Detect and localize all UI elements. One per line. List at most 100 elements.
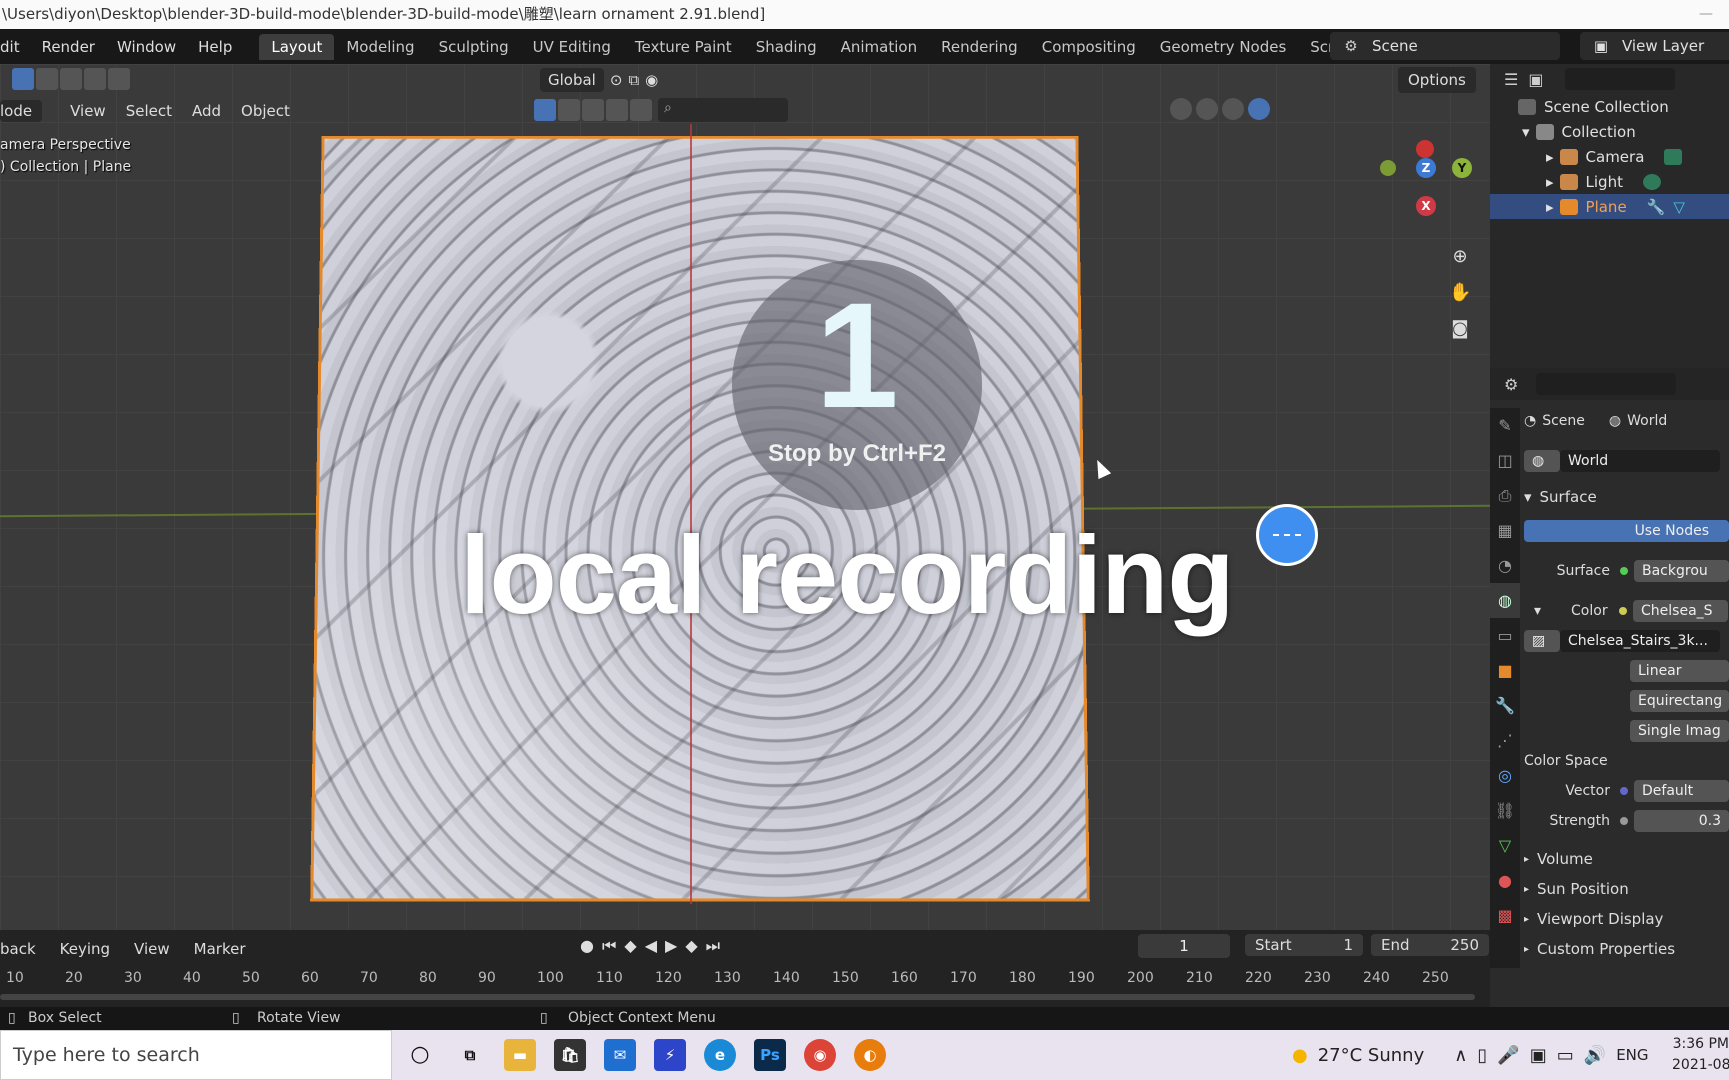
options-dropdown[interactable]: Options <box>1398 67 1476 93</box>
sun-position-panel-header[interactable]: ▸ Sun Position <box>1524 876 1729 902</box>
collection-row[interactable]: ▾ Collection <box>1490 119 1729 144</box>
scene-selector[interactable]: ⚙ Scene <box>1330 32 1560 60</box>
solid-shading-icon[interactable] <box>1196 98 1218 120</box>
clock[interactable]: 3:36 PM 2021-08 <box>1672 1034 1729 1076</box>
photoshop-icon[interactable]: Ps <box>754 1039 786 1071</box>
tab-compositing[interactable]: Compositing <box>1030 34 1148 60</box>
microphone-icon[interactable]: 🎤 <box>1497 1045 1519 1066</box>
modifier-wrench-icon[interactable]: 🔧 <box>1647 198 1666 216</box>
scene-tab-icon[interactable]: ◔ <box>1490 548 1520 583</box>
blender-icon[interactable]: ◐ <box>854 1039 886 1071</box>
filter-camera-icon[interactable] <box>606 99 628 121</box>
surface-shader-field[interactable]: Backgrou <box>1634 560 1729 582</box>
volume-icon[interactable]: 🔊 <box>1584 1045 1606 1066</box>
select-intersect-icon[interactable] <box>108 68 130 90</box>
current-frame-field[interactable]: 1 <box>1138 934 1230 958</box>
view-layer-selector[interactable]: ▣ View Layer <box>1580 32 1729 60</box>
gizmo-y-icon[interactable]: Y <box>1452 158 1472 178</box>
marker-menu[interactable]: Marker <box>182 940 258 958</box>
world-browse-icon[interactable]: ◍ <box>1524 450 1560 472</box>
playback-menu[interactable]: back <box>0 940 48 958</box>
file-explorer-icon[interactable]: ▬ <box>504 1039 536 1071</box>
frame-ruler[interactable]: 10 20 30 40 50 60 70 80 90 100 110 120 130 140 150 160 1… <box>0 970 1490 992</box>
outliner-item-camera[interactable]: ▸ Camera <box>1490 144 1729 169</box>
tab-texture-paint[interactable]: Texture Paint <box>623 34 744 60</box>
language-indicator[interactable]: ENG <box>1616 1046 1648 1064</box>
physics-tab-icon[interactable]: ◎ <box>1490 758 1520 793</box>
scene-collection-row[interactable]: Scene Collection <box>1490 94 1729 119</box>
interpolation-dropdown[interactable]: Linear <box>1630 660 1729 682</box>
custom-properties-panel-header[interactable]: ▸ Custom Properties <box>1524 936 1729 962</box>
gizmo-x-icon[interactable]: X <box>1416 196 1436 216</box>
navigation-gizmo[interactable]: Z Y X <box>1376 134 1476 234</box>
viewport-display-panel-header[interactable]: ▸ Viewport Display <box>1524 906 1729 932</box>
object-tab-icon[interactable]: ■ <box>1490 653 1520 688</box>
next-keyframe-icon[interactable]: ◆ <box>685 936 697 956</box>
menu-object[interactable]: Object <box>231 102 300 120</box>
strength-input-field[interactable]: 0.3 <box>1634 810 1729 832</box>
color-input-field[interactable]: Chelsea_S <box>1633 600 1729 622</box>
view-layer-tab-icon[interactable]: ▦ <box>1490 513 1520 548</box>
play-icon[interactable]: ▶ <box>665 936 677 956</box>
world-tab-icon[interactable]: ◍ <box>1490 583 1520 618</box>
display-mode-icon[interactable]: ▣ <box>1528 70 1543 89</box>
network-icon[interactable]: ▭ <box>1557 1045 1574 1066</box>
pivot-icon[interactable]: ⊙ <box>610 71 623 89</box>
recording-status-icon[interactable] <box>1256 504 1318 566</box>
jump-start-icon[interactable]: ⏮ <box>602 936 616 956</box>
pan-hand-icon[interactable]: ✋ <box>1449 282 1471 304</box>
properties-search-input[interactable] <box>1536 373 1677 395</box>
menu-select[interactable]: Select <box>116 102 182 120</box>
menu-view[interactable]: View <box>60 102 116 120</box>
tab-sculpting[interactable]: Sculpting <box>427 34 521 60</box>
world-name-field[interactable]: World <box>1560 450 1720 472</box>
proportional-icon[interactable]: ◉ <box>645 71 658 89</box>
filter-other-icon[interactable] <box>630 99 652 121</box>
taskbar-search-input[interactable]: Type here to search <box>0 1030 392 1080</box>
tab-shading[interactable]: Shading <box>744 34 829 60</box>
menu-render[interactable]: Render <box>31 38 106 56</box>
store-icon[interactable]: 🛍 <box>554 1039 586 1071</box>
material-tab-icon[interactable]: ● <box>1490 863 1520 898</box>
outliner-item-plane[interactable]: ▸ Plane 🔧 ▽ <box>1490 194 1729 219</box>
filter-light-icon[interactable] <box>582 99 604 121</box>
expand-icon[interactable]: ▸ <box>1546 198 1554 216</box>
app-icon[interactable]: ⚡ <box>654 1039 686 1071</box>
gizmo-neg-y-icon[interactable] <box>1380 160 1396 176</box>
menu-window[interactable]: Window <box>106 38 187 56</box>
end-frame-field[interactable]: End 250 <box>1371 934 1489 956</box>
play-reverse-icon[interactable]: ◀ <box>645 936 657 956</box>
surface-panel-header[interactable]: ▾ Surface <box>1524 484 1729 510</box>
camera-view-icon[interactable]: ◙ <box>1449 318 1471 340</box>
light-data-icon[interactable] <box>1642 173 1661 190</box>
tab-geometry-nodes[interactable]: Geometry Nodes <box>1148 34 1299 60</box>
camera-data-icon[interactable] <box>1664 148 1683 165</box>
select-invert-icon[interactable] <box>84 68 106 90</box>
data-tab-icon[interactable]: ▽ <box>1490 828 1520 863</box>
tab-uv-editing[interactable]: UV Editing <box>521 34 623 60</box>
expand-icon[interactable]: ▸ <box>1546 148 1554 166</box>
tab-rendering[interactable]: Rendering <box>929 34 1030 60</box>
rendered-shading-icon[interactable] <box>1248 98 1270 120</box>
render-tab-icon[interactable]: ◫ <box>1490 443 1520 478</box>
mode-dropdown[interactable]: lode <box>0 100 43 122</box>
collection-tab-icon[interactable]: ▭ <box>1490 618 1520 653</box>
outliner-item-light[interactable]: ▸ Light <box>1490 169 1729 194</box>
tool-tab-icon[interactable]: ✎ <box>1490 408 1520 443</box>
collapse-icon[interactable]: ▾ <box>1522 123 1530 141</box>
menu-edit[interactable]: dit <box>0 38 31 56</box>
volume-panel-header[interactable]: ▸ Volume <box>1524 846 1729 872</box>
material-shading-icon[interactable] <box>1222 98 1244 120</box>
menu-help[interactable]: Help <box>187 38 243 56</box>
expand-icon[interactable]: ▸ <box>1546 173 1554 191</box>
zoom-icon[interactable]: ⊕ <box>1449 246 1471 268</box>
use-nodes-button[interactable]: Use Nodes <box>1524 520 1729 542</box>
texture-tab-icon[interactable]: ▩ <box>1490 898 1520 933</box>
start-frame-field[interactable]: Start 1 <box>1245 934 1363 956</box>
mail-icon[interactable]: ✉ <box>604 1039 636 1071</box>
tray-icon[interactable]: ▯ <box>1477 1045 1487 1066</box>
projection-dropdown[interactable]: Equirectang <box>1630 690 1729 712</box>
chrome-icon[interactable]: ◉ <box>804 1039 836 1071</box>
orientation-dropdown[interactable]: Global <box>540 68 604 92</box>
image-source-dropdown[interactable]: Single Imag <box>1630 720 1729 742</box>
